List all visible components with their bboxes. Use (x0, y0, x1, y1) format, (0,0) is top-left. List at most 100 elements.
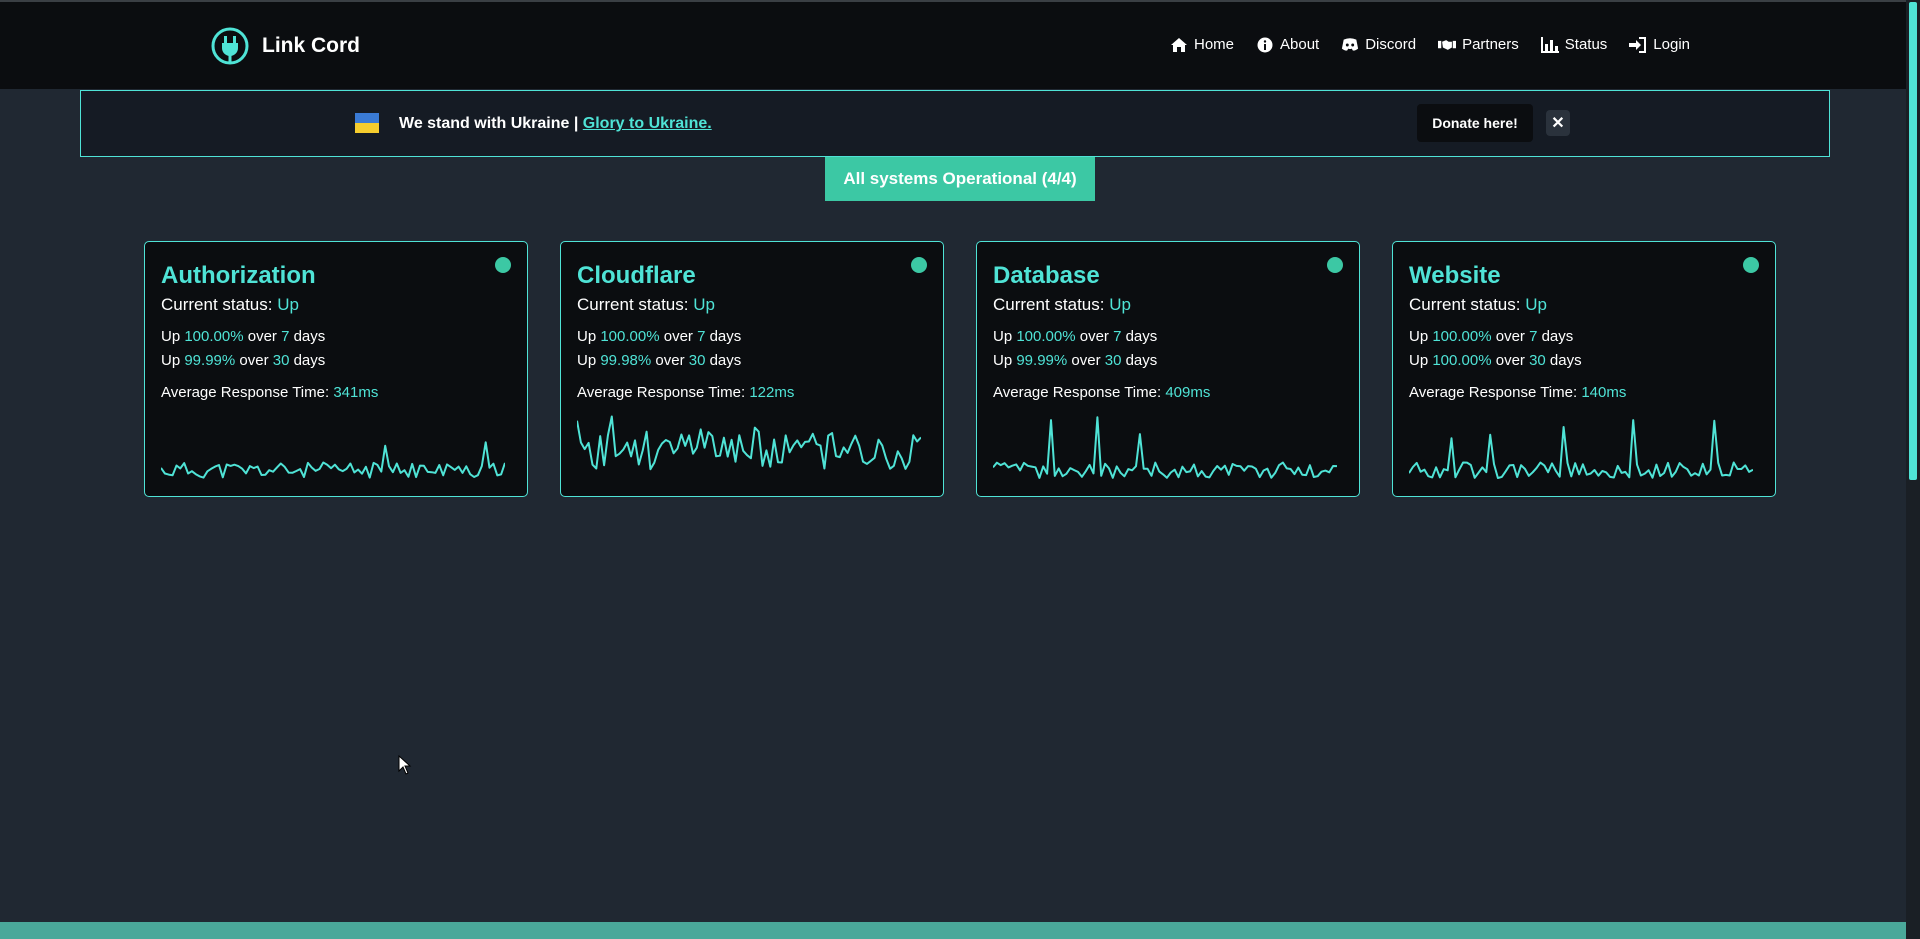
uptime-30-mid: over (651, 352, 689, 369)
handshake-icon (1438, 39, 1457, 50)
uptime-30-mid: over (1067, 352, 1105, 369)
uptime-30-prefix: Up (993, 352, 1017, 369)
current-status: Current status: Up (993, 295, 1131, 315)
response-time-label: Average Response Time: (1409, 384, 1582, 401)
uptime-7-value: 100.00% (1016, 328, 1076, 345)
average-response-time: Average Response Time: 140ms (1409, 384, 1626, 401)
service-name: Cloudflare (577, 262, 696, 289)
status-dot (911, 257, 927, 273)
current-status-value: Up (693, 295, 715, 314)
nav-about-label: About (1280, 36, 1320, 53)
nav-login-label: Login (1653, 36, 1690, 53)
current-status: Current status: Up (1409, 295, 1547, 315)
current-status-value: Up (1109, 295, 1131, 314)
overall-status-badge: All systems Operational (4/4) (825, 157, 1095, 201)
current-status-value: Up (1525, 295, 1547, 314)
nav-about[interactable]: About (1256, 36, 1319, 53)
response-time-sparkline (993, 416, 1337, 479)
response-time-value: 341ms (333, 384, 379, 401)
uptime-7-days: Up 100.00% over 7 days (161, 328, 325, 345)
uptime-30-days: Up 99.99% over 30 days (161, 352, 325, 369)
service-card-authorization: Authorization Current status: Up Up 100.00… (144, 241, 528, 497)
uptime-7-mid: over (659, 328, 698, 345)
info-icon (1257, 37, 1273, 52)
ukraine-banner: We stand with Ukraine | Glory to Ukraine… (80, 90, 1830, 157)
uptime-7-suffix: days (289, 328, 326, 345)
response-time-sparkline (1409, 419, 1753, 479)
uptime-30-suffix: days (705, 352, 742, 369)
uptime-30-suffix: days (289, 352, 326, 369)
service-card-cloudflare: Cloudflare Current status: Up Up 100.00% o… (560, 241, 944, 497)
bar-chart-icon (1540, 36, 1559, 53)
login-icon (1629, 36, 1647, 53)
service-name: Website (1409, 262, 1501, 289)
uptime-30-prefix: Up (161, 352, 185, 369)
average-response-time: Average Response Time: 122ms (577, 384, 794, 401)
average-response-time: Average Response Time: 409ms (993, 384, 1210, 401)
uptime-7-mid: over (1491, 328, 1530, 345)
service-name: Database (993, 262, 1100, 289)
banner-text: We stand with Ukraine | Glory to Ukraine… (399, 115, 712, 133)
uptime-30-prefix: Up (577, 352, 601, 369)
scrollbar-thumb[interactable] (1909, 2, 1917, 480)
uptime-30-days-value: 30 (1104, 352, 1122, 369)
uptime-30-days-value: 30 (1529, 352, 1546, 369)
scrollbar[interactable] (1906, 0, 1920, 939)
uptime-7-value: 100.00% (1432, 328, 1492, 345)
service-card-website: Website Current status: Up Up 100.00% over… (1392, 241, 1776, 497)
uptime-7-value: 100.00% (184, 328, 244, 345)
current-status-label: Current status: (161, 295, 278, 314)
status-dot (1743, 257, 1759, 273)
nav-discord[interactable]: Discord (1341, 36, 1416, 53)
banner-link[interactable]: Glory to Ukraine. (583, 115, 712, 132)
uptime-30-mid: over (1491, 352, 1530, 369)
sparkline-path (161, 441, 505, 479)
response-time-sparkline (577, 415, 921, 471)
response-time-label: Average Response Time: (993, 384, 1166, 401)
close-banner-button[interactable]: ✕ (1546, 110, 1570, 136)
uptime-30-suffix: days (1121, 352, 1158, 369)
uptime-30-value: 99.99% (184, 352, 236, 369)
response-time-label: Average Response Time: (161, 384, 334, 401)
uptime-7-suffix: days (1537, 328, 1574, 345)
mouse-cursor-icon (398, 755, 412, 775)
current-status-value: Up (277, 295, 299, 314)
uptime-30-value: 99.98% (600, 352, 652, 369)
current-status: Current status: Up (161, 295, 299, 315)
response-time-value: 140ms (1581, 384, 1627, 401)
status-dot (1327, 257, 1343, 273)
footer-bar (0, 922, 1906, 939)
uptime-30-days-value: 30 (272, 352, 290, 369)
response-time-sparkline (161, 441, 505, 479)
response-time-value: 122ms (749, 384, 795, 401)
discord-icon (1342, 37, 1359, 51)
donate-button[interactable]: Donate here! (1417, 104, 1533, 142)
nav-home[interactable]: Home (1170, 36, 1234, 53)
nav-discord-label: Discord (1365, 36, 1417, 53)
uptime-7-mid: over (243, 328, 282, 345)
uptime-30-value: 100.00% (1432, 352, 1492, 369)
response-time-label: Average Response Time: (577, 384, 750, 401)
uptime-7-prefix: Up (577, 328, 601, 345)
response-time-value: 409ms (1165, 384, 1211, 401)
nav-partners[interactable]: Partners (1438, 36, 1519, 53)
navbar: Link Cord Home About Discord Partners St… (0, 0, 1906, 89)
uptime-30-days: Up 100.00% over 30 days (1409, 352, 1582, 369)
service-name: Authorization (161, 262, 316, 289)
current-status: Current status: Up (577, 295, 715, 315)
current-status-label: Current status: (577, 295, 694, 314)
uptime-30-suffix: days (1545, 352, 1582, 369)
brand[interactable]: Link Cord (210, 26, 360, 66)
banner-message: We stand with Ukraine | (399, 115, 583, 132)
ukraine-flag-icon (355, 113, 379, 133)
uptime-7-value: 100.00% (600, 328, 660, 345)
uptime-30-mid: over (235, 352, 273, 369)
nav-login[interactable]: Login (1629, 36, 1690, 53)
nav-status[interactable]: Status (1540, 36, 1607, 53)
uptime-7-days: Up 100.00% over 7 days (1409, 328, 1573, 345)
brand-name: Link Cord (262, 34, 360, 57)
nav-home-label: Home (1193, 36, 1234, 53)
uptime-7-prefix: Up (1409, 328, 1433, 345)
uptime-7-prefix: Up (161, 328, 185, 345)
uptime-30-days: Up 99.98% over 30 days (577, 352, 741, 369)
